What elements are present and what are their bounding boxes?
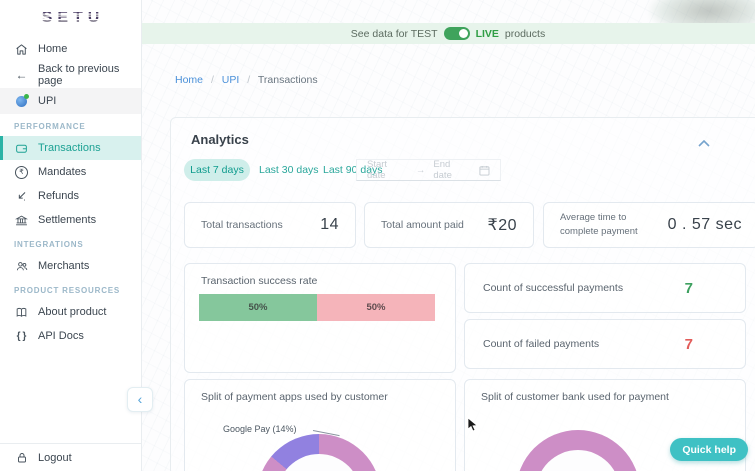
sidebar-item-label: Transactions	[38, 142, 101, 154]
stat-value: ₹20	[487, 217, 517, 234]
count-value: 7	[684, 279, 693, 297]
breadcrumb-home-link[interactable]: Home	[175, 74, 203, 86]
sidebar-item-about-product[interactable]: About product	[0, 300, 141, 324]
sidebar-item-label: Mandates	[38, 166, 87, 178]
setu-logo-text: SETU	[37, 9, 105, 27]
home-icon	[14, 43, 29, 56]
sidebar-item-transactions[interactable]: Transactions	[0, 136, 141, 160]
donut-callout-label: Google Pay (14%)	[223, 424, 297, 434]
date-filter-tabs: Last 7 days Last 30 days Last 90 days St…	[171, 159, 755, 181]
stat-total-amount-paid: Total amount paid ₹20	[364, 202, 534, 248]
sidebar-item-api-docs[interactable]: { } API Docs	[0, 324, 141, 348]
sidebar-collapse-button[interactable]: ‹	[127, 387, 153, 412]
stat-average-payment-time: Average time to complete payment 0 . 57 …	[543, 202, 755, 248]
analytics-panel: Analytics Last 7 days Last 30 days Last …	[170, 117, 755, 471]
sidebar-item-refunds[interactable]: Refunds	[0, 184, 141, 208]
stat-label: Total transactions	[201, 219, 283, 231]
sidebar-section-product-resources: PRODUCT RESOURCES	[14, 286, 121, 295]
transaction-success-rate-card: Transaction success rate 50% 50%	[184, 263, 456, 373]
count-value: 7	[684, 335, 693, 353]
logo[interactable]: SETU	[0, 0, 141, 36]
sidebar-item-back[interactable]: ← Back to previous page	[0, 62, 141, 88]
sidebar-section-integrations: INTEGRATIONS	[14, 240, 84, 249]
sidebar-item-mandates[interactable]: ₹ Mandates	[0, 160, 141, 184]
quick-help-button[interactable]: Quick help	[670, 438, 748, 461]
sidebar-item-label: Home	[38, 43, 68, 55]
app-window: See data for TEST LIVE products Home / U…	[0, 0, 755, 471]
breadcrumb-separator: /	[210, 74, 214, 86]
people-icon	[14, 260, 29, 273]
rupee-circle-icon: ₹	[14, 165, 29, 179]
chart-title: Split of payment apps used by customer	[201, 391, 388, 403]
count-failed-payments-card: Count of failed payments 7	[464, 319, 746, 369]
sidebar-item-label: Refunds	[38, 190, 79, 202]
sidebar-item-label: Merchants	[38, 260, 90, 272]
stat-value: 0 . 57 sec	[667, 216, 742, 233]
braces-icon: { }	[16, 330, 27, 342]
tab-last-7-days[interactable]: Last 7 days	[184, 159, 250, 181]
sidebar-item-label: API Docs	[38, 330, 84, 342]
sidebar-item-home[interactable]: Home	[0, 36, 141, 62]
book-icon	[14, 306, 29, 319]
sidebar-item-label: Logout	[38, 451, 72, 464]
toggle-knob	[458, 29, 468, 38]
customer-bank-donut-chart	[516, 430, 640, 471]
payment-apps-split-card: Split of payment apps used by customer G…	[184, 379, 456, 471]
banner-text-suffix: products	[504, 27, 546, 40]
sidebar-item-label: UPI	[38, 95, 57, 107]
sidebar-item-merchants[interactable]: Merchants	[0, 254, 141, 278]
breadcrumb-separator: /	[247, 74, 251, 86]
breadcrumb-current: Transactions	[257, 74, 318, 86]
stat-label: Average time to complete payment	[560, 212, 638, 237]
payment-apps-donut-chart	[257, 434, 381, 471]
sidebar-item-label: Settlements	[38, 214, 97, 226]
sidebar-item-upi[interactable]: UPI	[0, 88, 141, 114]
banner-live-label: LIVE	[475, 27, 499, 40]
end-date-placeholder: End date	[433, 159, 452, 181]
stat-total-transactions: Total transactions 14	[184, 202, 356, 248]
bank-icon	[14, 214, 29, 227]
sidebar-item-settlements[interactable]: Settlements	[0, 208, 141, 232]
start-date-placeholder: Start date	[367, 159, 388, 181]
analytics-title: Analytics	[191, 132, 249, 147]
sidebar-item-logout[interactable]: Logout	[0, 444, 72, 471]
calendar-icon	[479, 165, 490, 175]
banner-text-prefix: See data for TEST	[350, 27, 438, 40]
count-successful-payments-card: Count of successful payments 7	[464, 263, 746, 313]
success-rate-bar: 50% 50%	[199, 294, 435, 321]
main-content: See data for TEST LIVE products Home / U…	[141, 0, 755, 471]
environment-banner: See data for TEST LIVE products	[141, 23, 755, 44]
refund-arrow-icon	[14, 190, 29, 203]
chart-title: Split of customer bank used for payment	[481, 391, 669, 403]
arrow-right-icon: →	[415, 164, 426, 176]
sidebar-item-label: About product	[38, 306, 107, 318]
stat-value: 14	[320, 216, 339, 233]
tab-last-30-days[interactable]: Last 30 days	[259, 159, 319, 181]
success-segment: 50%	[199, 294, 317, 321]
wallet-icon	[14, 142, 29, 155]
logout-row: Logout	[0, 443, 141, 471]
count-label: Count of failed payments	[483, 338, 600, 350]
lock-icon	[14, 452, 29, 464]
failure-segment: 50%	[317, 294, 435, 321]
collapse-panel-button[interactable]	[698, 134, 710, 152]
arrow-left-icon: ←	[15, 68, 28, 82]
upi-product-icon	[14, 93, 29, 107]
sidebar: SETU Home ← Back to previous page UPI PE…	[0, 0, 142, 471]
sidebar-item-label: Back to previous page	[38, 63, 120, 87]
chevron-up-icon	[698, 139, 710, 147]
test-live-toggle[interactable]	[443, 27, 470, 40]
date-range-input[interactable]: Start date → End date	[356, 159, 501, 181]
breadcrumb: Home / UPI / Transactions	[175, 74, 318, 86]
stat-label: Total amount paid	[381, 219, 464, 231]
sidebar-section-performance: PERFORMANCE	[14, 122, 86, 131]
chart-title: Transaction success rate	[201, 275, 318, 287]
breadcrumb-upi-link[interactable]: UPI	[222, 74, 240, 86]
count-label: Count of successful payments	[483, 282, 624, 294]
